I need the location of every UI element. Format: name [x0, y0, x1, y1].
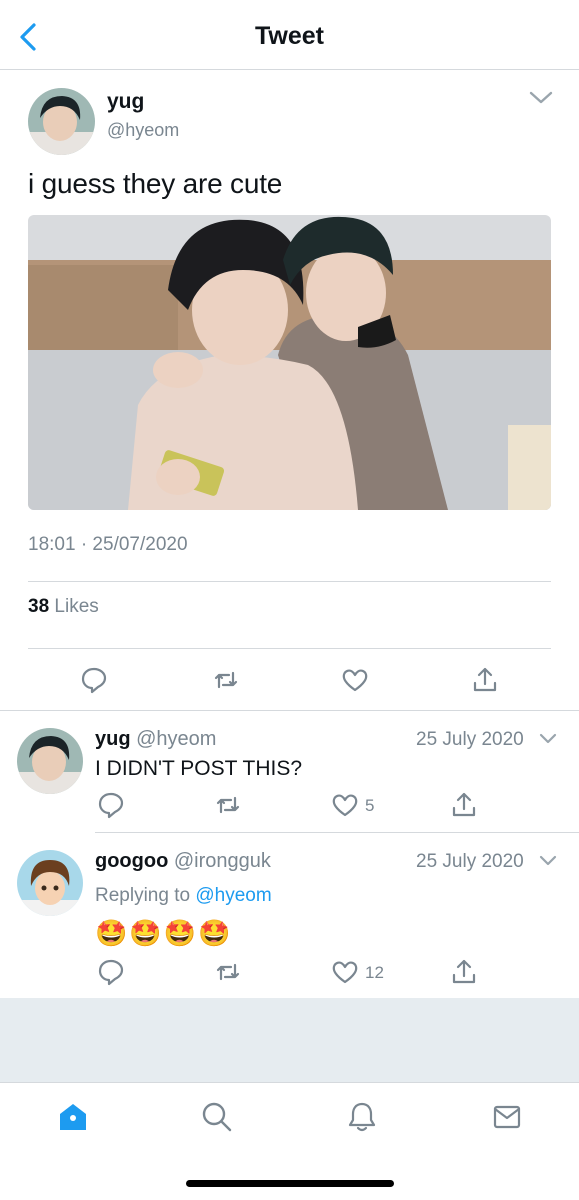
top-nav-bar: Tweet — [0, 0, 579, 70]
home-indicator[interactable] — [186, 1180, 394, 1187]
replying-to-link[interactable]: @hyeom — [195, 885, 271, 906]
share-icon[interactable] — [470, 665, 500, 695]
chevron-down-icon[interactable] — [538, 730, 558, 748]
retweet-icon[interactable] — [211, 665, 241, 695]
reply-icon[interactable] — [79, 665, 109, 695]
share-icon[interactable] — [449, 790, 479, 820]
messages-icon[interactable] — [490, 1100, 524, 1134]
notifications-icon[interactable] — [345, 1100, 379, 1134]
reply-date: 25 July 2020 — [416, 729, 524, 750]
chevron-down-icon[interactable] — [538, 852, 558, 870]
reply-author-handle: @irongguk — [173, 850, 271, 872]
reply-date: 25 July 2020 — [416, 851, 524, 872]
replying-prefix: Replying to — [95, 885, 191, 906]
reply-icon[interactable] — [96, 957, 126, 987]
divider — [0, 710, 579, 711]
retweet-icon[interactable] — [213, 790, 243, 820]
reply-author-name: yug — [95, 728, 131, 750]
search-icon[interactable] — [200, 1100, 234, 1134]
like-icon[interactable] — [340, 665, 370, 695]
reply-text: I DIDN'T POST THIS? — [95, 757, 303, 780]
replying-to: Replying to @hyeom — [95, 885, 272, 907]
reply-icon[interactable] — [96, 790, 126, 820]
retweet-icon[interactable] — [213, 957, 243, 987]
tweet-timestamp: 18:01 · 25/07/2020 — [28, 534, 188, 555]
like-count: 5 — [365, 796, 375, 815]
author-name[interactable]: yug — [107, 90, 144, 114]
tweet-photo[interactable] — [28, 215, 551, 510]
page-title: Tweet — [255, 22, 324, 50]
reply-author-handle: @hyeom — [136, 728, 217, 750]
like-icon[interactable] — [330, 957, 360, 987]
divider — [28, 581, 551, 582]
likes-count: 38 — [28, 596, 50, 617]
home-icon[interactable] — [56, 1100, 90, 1134]
likes-summary[interactable]: 38 Likes — [28, 596, 99, 618]
tweet-text: i guess they are cute — [28, 168, 283, 199]
author-handle[interactable]: @hyeom — [107, 120, 179, 141]
share-icon[interactable] — [449, 957, 479, 987]
reply-emojis: 🤩🤩🤩🤩 — [95, 918, 233, 948]
reply-author[interactable]: googoo @irongguk — [95, 850, 271, 873]
avatar[interactable] — [28, 88, 95, 155]
likes-label: Likes — [54, 596, 99, 617]
avatar[interactable] — [17, 728, 83, 794]
reply-author-name: googoo — [95, 850, 169, 872]
avatar[interactable] — [17, 850, 83, 916]
like-icon[interactable] — [330, 790, 360, 820]
like-count: 12 — [365, 963, 384, 982]
chevron-down-icon[interactable] — [528, 88, 554, 108]
empty-feed-area — [0, 998, 579, 1082]
divider — [95, 832, 579, 833]
divider — [28, 648, 551, 649]
reply-author[interactable]: yug @hyeom — [95, 728, 216, 751]
